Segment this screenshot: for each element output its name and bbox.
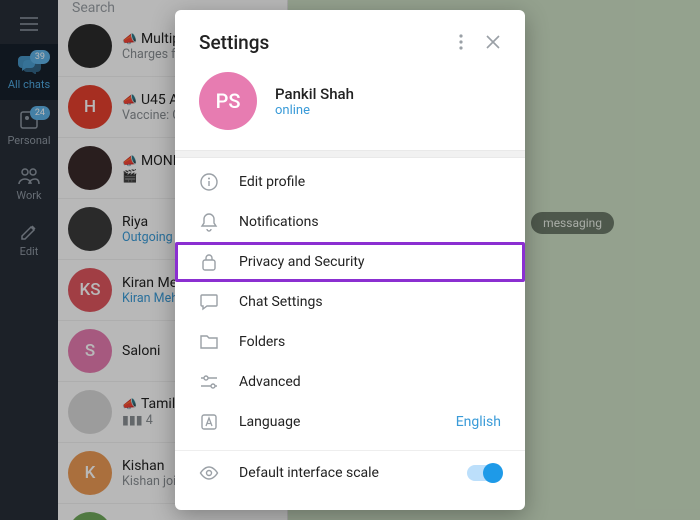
settings-item-folders[interactable]: Folders: [175, 322, 525, 362]
settings-item-label: Folders: [239, 334, 285, 350]
settings-item-language[interactable]: Language English: [175, 402, 525, 442]
interface-scale-row: Default interface scale: [175, 450, 525, 499]
more-button[interactable]: [445, 26, 477, 58]
settings-modal: Settings PS Pankil Shah online Edit prof…: [175, 10, 525, 510]
section-separator: [175, 150, 525, 158]
settings-item-label: Chat Settings: [239, 294, 323, 310]
settings-item-label: Language: [239, 414, 300, 430]
settings-item-label: Edit profile: [239, 174, 305, 190]
chat-icon: [199, 292, 219, 312]
settings-item-chat-settings[interactable]: Chat Settings: [175, 282, 525, 322]
language-icon: [199, 412, 219, 432]
settings-item-edit-profile[interactable]: Edit profile: [175, 162, 525, 202]
lock-icon: [199, 252, 219, 272]
bell-icon: [199, 212, 219, 232]
profile-avatar: PS: [199, 72, 257, 130]
settings-item-notifications[interactable]: Notifications: [175, 202, 525, 242]
settings-item-label: Privacy and Security: [239, 254, 365, 270]
settings-title: Settings: [199, 31, 445, 54]
settings-item-label: Notifications: [239, 214, 319, 230]
profile-status: online: [275, 103, 354, 118]
close-button[interactable]: [477, 26, 509, 58]
settings-item-advanced[interactable]: Advanced: [175, 362, 525, 402]
interface-scale-toggle[interactable]: [467, 465, 501, 481]
settings-item-label: Advanced: [239, 374, 301, 390]
settings-item-value: English: [456, 414, 501, 430]
settings-item-privacy[interactable]: Privacy and Security: [175, 242, 525, 282]
sliders-icon: [199, 372, 219, 392]
interface-scale-label: Default interface scale: [239, 465, 379, 481]
folder-icon: [199, 332, 219, 352]
kebab-icon: [459, 34, 463, 50]
modal-overlay[interactable]: Settings PS Pankil Shah online Edit prof…: [0, 0, 700, 520]
info-icon: [199, 172, 219, 192]
eye-icon: [199, 463, 219, 483]
profile-name: Pankil Shah: [275, 85, 354, 103]
close-icon: [486, 35, 500, 49]
profile-section[interactable]: PS Pankil Shah online: [175, 62, 525, 150]
settings-menu: Edit profile Notifications Privacy and Sec…: [175, 158, 525, 446]
